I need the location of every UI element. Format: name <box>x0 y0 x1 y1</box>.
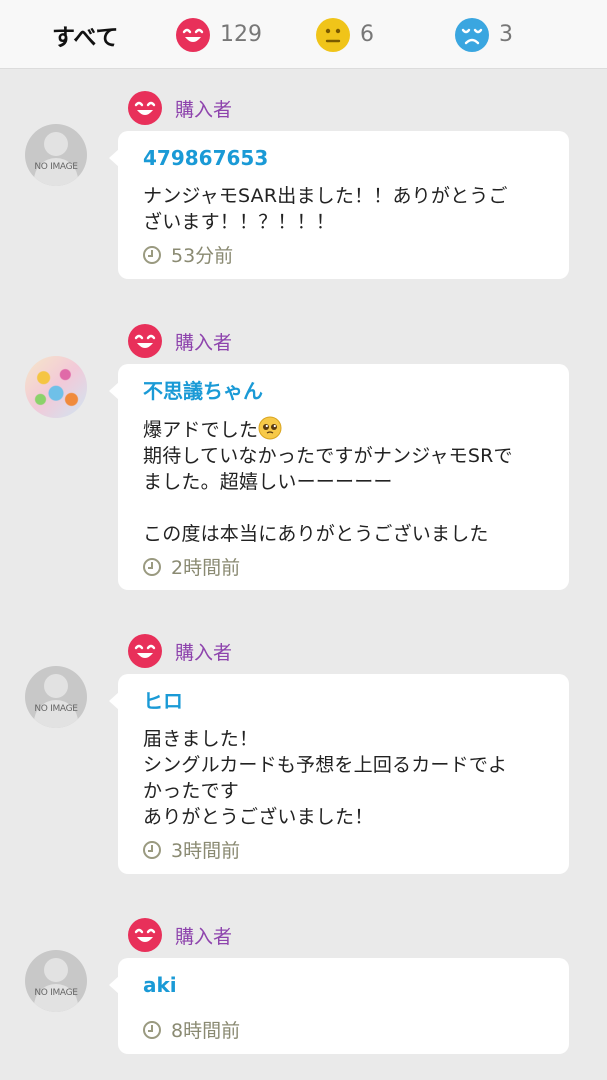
clock-icon <box>143 840 161 859</box>
tab-normal[interactable]: 6 <box>316 0 374 69</box>
happy-face-icon <box>128 634 162 668</box>
buyer-badge: 購入者 <box>128 918 232 952</box>
buyer-label: 購入者 <box>175 331 233 354</box>
review-time-text: 8時間前 <box>171 1020 241 1042</box>
tab-good-count: 129 <box>220 22 262 47</box>
review-card: aki 8時間前 <box>109 958 569 1054</box>
tab-bad-count: 3 <box>499 22 513 47</box>
buyer-badge: 購入者 <box>128 91 232 125</box>
review-card: ヒロ 届きました！ シングルカードも予想を上回るカードでよ かったです ありがと… <box>109 674 569 874</box>
no-image-text: NO IMAGE <box>34 988 78 998</box>
happy-face-icon <box>128 918 162 952</box>
buyer-label: 購入者 <box>175 98 233 121</box>
neutral-face-icon <box>316 17 350 52</box>
review-card: 479867653 ナンジャモSAR出ました！！ありがとうご ざいます！！？！！… <box>109 131 569 279</box>
buyer-label: 購入者 <box>175 641 233 664</box>
no-image-text: NO IMAGE <box>34 162 78 172</box>
tab-bad[interactable]: 3 <box>455 0 513 69</box>
tab-all-label: すべて <box>52 24 119 51</box>
clock-icon <box>143 245 161 264</box>
review-comment: 届きました！ シングルカードも予想を上回るカードでよ かったです ありがとうござ… <box>143 728 508 828</box>
avatar[interactable]: NO IMAGE <box>25 124 87 186</box>
tab-good[interactable]: 129 <box>176 0 262 69</box>
pleading-face-icon <box>258 416 282 440</box>
review-time-text: 2時間前 <box>171 557 241 579</box>
avatar[interactable]: NO IMAGE <box>25 666 87 728</box>
review-comment: ナンジャモSAR出ました！！ありがとうご ざいます！！？！！！ <box>143 185 508 233</box>
review-time-text: 53分前 <box>171 245 234 267</box>
no-image-text: NO IMAGE <box>34 704 78 714</box>
buyer-badge: 購入者 <box>128 634 232 668</box>
review-username[interactable]: ヒロ <box>143 688 544 714</box>
review-time: 2時間前 <box>143 553 544 580</box>
buyer-badge: 購入者 <box>128 324 232 358</box>
review-comment-line1: 爆アドでした <box>143 419 259 441</box>
happy-face-icon <box>128 91 162 125</box>
sad-face-icon <box>455 17 489 52</box>
clock-icon <box>143 557 161 576</box>
avatar[interactable]: NO IMAGE <box>25 950 87 1012</box>
review-card: 不思議ちゃん 爆アドでした 期待していなかったですがナンジャモSRで ました。超… <box>109 364 569 590</box>
review-time: 3時間前 <box>143 836 544 863</box>
review-username[interactable]: 不思議ちゃん <box>143 378 544 404</box>
tab-all[interactable]: すべて <box>52 0 118 69</box>
review-comment-rest: 期待していなかったですがナンジャモSRで ました。超嬉しいーーーーー この度は本… <box>143 445 513 545</box>
review-username[interactable]: aki <box>143 972 544 998</box>
review-time-text: 3時間前 <box>171 840 241 862</box>
happy-face-icon <box>128 324 162 358</box>
review-time: 8時間前 <box>143 1016 544 1043</box>
clock-icon <box>143 1020 161 1039</box>
review-time: 53分前 <box>143 241 544 268</box>
review-comment: 爆アドでした 期待していなかったですがナンジャモSRで ました。超嬉しいーーーー… <box>143 416 544 547</box>
rating-filter-bar: すべて 129 6 3 <box>0 0 607 69</box>
tab-normal-count: 6 <box>360 22 374 47</box>
avatar[interactable] <box>25 356 87 418</box>
buyer-label: 購入者 <box>175 925 233 948</box>
happy-face-icon <box>176 17 210 52</box>
review-username[interactable]: 479867653 <box>143 145 544 171</box>
